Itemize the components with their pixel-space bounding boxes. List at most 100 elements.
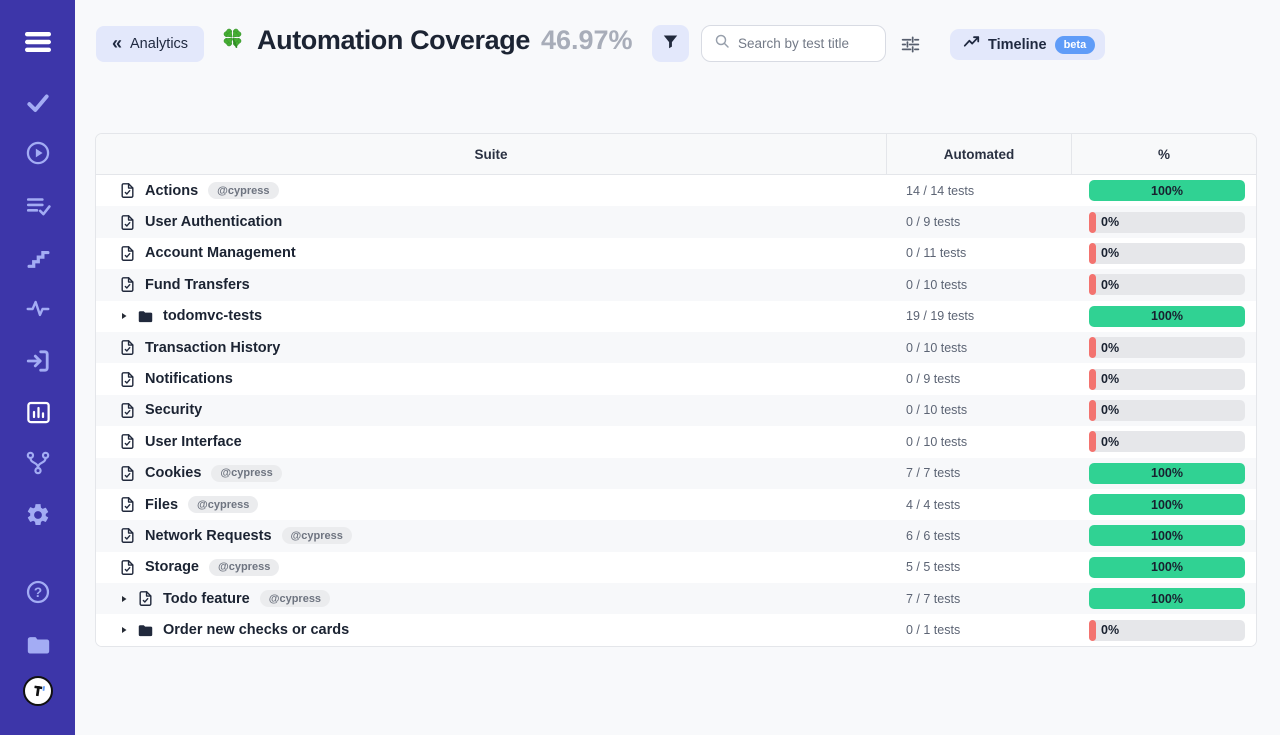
percent-cell: 100% — [1072, 463, 1256, 484]
branches-git-branch-icon[interactable] — [23, 448, 53, 478]
table-row[interactable]: Files @cypress 4 / 4 tests 100% — [96, 489, 1256, 520]
coverage-percent-label: 100% — [1151, 184, 1183, 198]
percent-cell: 0% — [1072, 212, 1256, 233]
file-check-icon — [119, 276, 136, 293]
search-icon — [714, 33, 730, 54]
file-check-icon — [119, 371, 136, 388]
suite-tag: @cypress — [282, 527, 352, 544]
suite-cell: Fund Transfers — [96, 276, 887, 293]
coverage-table: Suite Automated % Actions @cypress 14 / … — [95, 133, 1257, 647]
automated-count: 0 / 10 tests — [887, 341, 1072, 355]
column-header-automated: Automated — [887, 134, 1072, 174]
automated-count: 0 / 9 tests — [887, 372, 1072, 386]
coverage-bar: 0% — [1089, 369, 1245, 390]
coverage-bar: 100% — [1089, 180, 1245, 201]
automated-count: 7 / 7 tests — [887, 592, 1072, 606]
file-check-icon — [119, 245, 136, 262]
table-row[interactable]: Fund Transfers 0 / 10 tests 0% — [96, 269, 1256, 300]
percent-cell: 0% — [1072, 400, 1256, 421]
column-header-percent: % — [1072, 134, 1256, 174]
percent-cell: 0% — [1072, 431, 1256, 452]
clover-icon — [219, 24, 246, 56]
table-row[interactable]: Cookies @cypress 7 / 7 tests 100% — [96, 458, 1256, 489]
zero-percent-sliver — [1089, 431, 1096, 452]
suite-cell: Security — [96, 402, 887, 419]
adjustments-sliders-icon[interactable] — [898, 32, 922, 56]
table-row[interactable]: Storage @cypress 5 / 5 tests 100% — [96, 552, 1256, 583]
steps-stairs-icon[interactable] — [23, 243, 53, 273]
table-row[interactable]: Order new checks or cards 0 / 1 tests 0% — [96, 614, 1256, 645]
import-log-in-icon[interactable] — [23, 346, 53, 376]
coverage-percent-label: 0% — [1101, 278, 1119, 292]
page-title: Automation Coverage — [257, 25, 530, 56]
zero-percent-sliver — [1089, 369, 1096, 390]
percent-cell: 0% — [1072, 369, 1256, 390]
suite-name: User Interface — [145, 434, 242, 450]
table-row[interactable]: User Interface 0 / 10 tests 0% — [96, 426, 1256, 457]
expand-caret-icon[interactable] — [119, 311, 129, 321]
coverage-bar: 0% — [1089, 212, 1245, 233]
filter-button[interactable] — [652, 25, 689, 62]
table-row[interactable]: Security 0 / 10 tests 0% — [96, 395, 1256, 426]
timeline-button[interactable]: Timeline beta — [950, 29, 1105, 60]
suite-cell: todomvc-tests — [96, 308, 887, 325]
settings-gear-icon[interactable] — [23, 500, 53, 530]
zero-percent-sliver — [1089, 274, 1096, 295]
table-body: Actions @cypress 14 / 14 tests 100% User… — [96, 175, 1256, 646]
percent-cell: 0% — [1072, 337, 1256, 358]
suite-tag: @cypress — [188, 496, 258, 513]
tests-check-icon[interactable] — [23, 88, 53, 118]
coverage-bar: 0% — [1089, 431, 1245, 452]
svg-text:?: ? — [34, 585, 42, 600]
percent-cell: 100% — [1072, 180, 1256, 201]
suite-name: User Authentication — [145, 214, 282, 230]
file-check-icon — [119, 214, 136, 231]
hamburger-menu-icon[interactable] — [23, 27, 53, 57]
expand-caret-icon[interactable] — [119, 594, 129, 604]
suite-cell: Todo feature @cypress — [96, 590, 887, 607]
funnel-icon — [662, 33, 679, 55]
percent-cell: 100% — [1072, 557, 1256, 578]
file-check-icon — [119, 433, 136, 450]
expand-caret-icon[interactable] — [119, 625, 129, 635]
table-row[interactable]: Todo feature @cypress 7 / 7 tests 100% — [96, 583, 1256, 614]
suite-name: Security — [145, 402, 202, 418]
suite-name: Order new checks or cards — [163, 622, 349, 638]
help-question-icon[interactable]: ? — [23, 577, 53, 607]
coverage-percent-title: 46.97% — [541, 25, 633, 56]
test-plans-list-check-icon[interactable] — [23, 191, 53, 221]
table-row[interactable]: Transaction History 0 / 10 tests 0% — [96, 332, 1256, 363]
automated-count: 19 / 19 tests — [887, 309, 1072, 323]
suite-name: Fund Transfers — [145, 277, 250, 293]
table-row[interactable]: Actions @cypress 14 / 14 tests 100% — [96, 175, 1256, 206]
pulse-activity-icon[interactable] — [23, 294, 53, 324]
projects-folder-icon[interactable] — [23, 629, 53, 659]
suite-cell: User Authentication — [96, 214, 887, 231]
back-to-analytics-button[interactable]: « Analytics — [96, 26, 204, 62]
table-row[interactable]: Account Management 0 / 11 tests 0% — [96, 238, 1256, 269]
coverage-bar: 100% — [1089, 494, 1245, 515]
analytics-bar-chart-icon[interactable] — [23, 397, 53, 427]
folder-icon — [137, 622, 154, 639]
automated-count: 4 / 4 tests — [887, 498, 1072, 512]
table-row[interactable]: Notifications 0 / 9 tests 0% — [96, 363, 1256, 394]
runs-play-circle-icon[interactable] — [23, 138, 53, 168]
file-check-icon — [119, 559, 136, 576]
testomat-logo[interactable] — [23, 676, 53, 706]
suite-tag: @cypress — [211, 465, 281, 482]
table-row[interactable]: todomvc-tests 19 / 19 tests 100% — [96, 301, 1256, 332]
percent-cell: 100% — [1072, 306, 1256, 327]
table-row[interactable]: Network Requests @cypress 6 / 6 tests 10… — [96, 520, 1256, 551]
suite-tag: @cypress — [260, 590, 330, 607]
zero-percent-sliver — [1089, 337, 1096, 358]
zero-percent-sliver — [1089, 212, 1096, 233]
coverage-percent-label: 0% — [1101, 372, 1119, 386]
suite-name: Todo feature — [163, 591, 250, 607]
table-row[interactable]: User Authentication 0 / 9 tests 0% — [96, 206, 1256, 237]
coverage-bar: 0% — [1089, 274, 1245, 295]
suite-cell: Files @cypress — [96, 496, 887, 513]
coverage-percent-label: 100% — [1151, 560, 1183, 574]
table-header: Suite Automated % — [96, 134, 1256, 175]
coverage-percent-label: 0% — [1101, 246, 1119, 260]
search-input[interactable] — [738, 36, 875, 51]
